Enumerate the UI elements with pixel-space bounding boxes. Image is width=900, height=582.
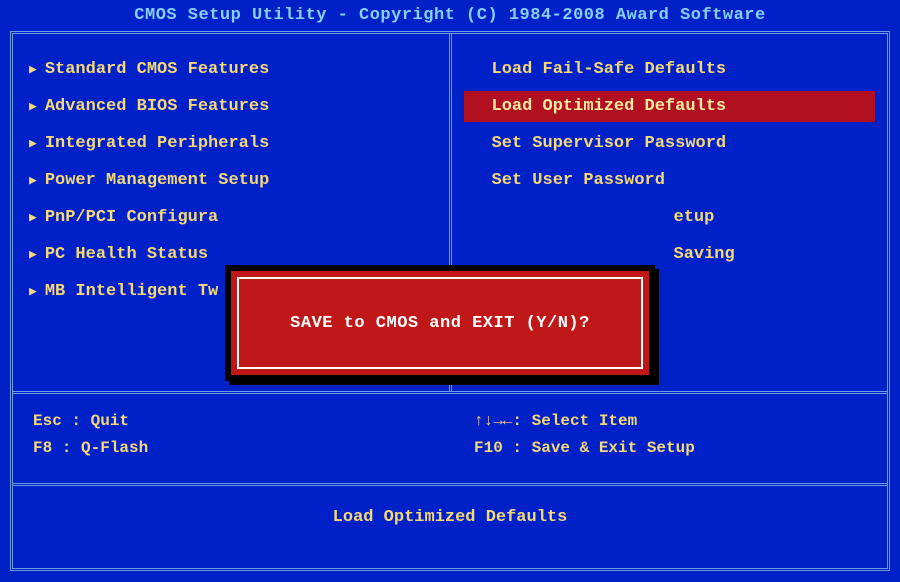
triangle-icon: ▶ (29, 99, 37, 114)
menu-item-setup-partial[interactable]: etup (464, 202, 876, 233)
menu-item-label: etup (674, 208, 715, 227)
menu-item-label: Standard CMOS Features (45, 60, 269, 79)
menu-item-load-optimized[interactable]: Load Optimized Defaults (464, 91, 876, 122)
hints-right: ↑↓→←: Select Item F10 : Save & Exit Setu… (446, 394, 887, 483)
save-exit-dialog[interactable]: SAVE to CMOS and EXIT (Y/N)? (225, 265, 655, 381)
bios-title: CMOS Setup Utility - Copyright (C) 1984-… (10, 4, 890, 31)
menu-item-standard-cmos[interactable]: ▶ Standard CMOS Features (25, 54, 437, 85)
menu-item-user-password[interactable]: Set User Password (464, 165, 876, 196)
triangle-icon: ▶ (29, 173, 37, 188)
menu-item-label: Integrated Peripherals (45, 134, 269, 153)
menu-item-integrated-peripherals[interactable]: ▶ Integrated Peripherals (25, 128, 437, 159)
dialog-text: SAVE to CMOS and EXIT (Y/N)? (290, 314, 590, 333)
menu-item-label: Load Optimized Defaults (492, 97, 727, 116)
menu-item-label: Saving (674, 245, 735, 264)
triangle-icon: ▶ (29, 247, 37, 262)
triangle-icon: ▶ (29, 284, 37, 299)
menu-item-label: Set User Password (492, 171, 665, 190)
menu-item-supervisor-password[interactable]: Set Supervisor Password (464, 128, 876, 159)
menu-item-advanced-bios[interactable]: ▶ Advanced BIOS Features (25, 91, 437, 122)
hint-f8-qflash: F8 : Q-Flash (33, 435, 426, 462)
triangle-icon: ▶ (29, 62, 37, 77)
menu-item-power-management[interactable]: ▶ Power Management Setup (25, 165, 437, 196)
hint-esc-quit: Esc : Quit (33, 408, 426, 435)
menu-item-label: Advanced BIOS Features (45, 97, 269, 116)
menu-item-label: PC Health Status (45, 245, 208, 264)
menu-item-label: Load Fail-Safe Defaults (492, 60, 727, 79)
menu-item-pnp-pci[interactable]: ▶ PnP/PCI Configura (25, 202, 437, 233)
key-hints: Esc : Quit F8 : Q-Flash ↑↓→←: Select Ite… (13, 394, 887, 486)
menu-item-label: PnP/PCI Configura (45, 208, 218, 227)
triangle-icon: ▶ (29, 136, 37, 151)
hints-left: Esc : Quit F8 : Q-Flash (13, 394, 446, 483)
menu-item-label: Set Supervisor Password (492, 134, 727, 153)
hint-f10-save-exit: F10 : Save & Exit Setup (474, 435, 867, 462)
triangle-icon: ▶ (29, 210, 37, 225)
menu-item-label: MB Intelligent Tw (45, 282, 218, 301)
hint-arrows-select: ↑↓→←: Select Item (474, 408, 867, 435)
menu-item-label: Power Management Setup (45, 171, 269, 190)
menu-item-load-failsafe[interactable]: Load Fail-Safe Defaults (464, 54, 876, 85)
footer-help-text: Load Optimized Defaults (13, 486, 887, 549)
